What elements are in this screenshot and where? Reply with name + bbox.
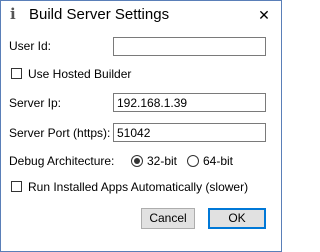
arch-64bit-label: 64-bit (203, 154, 234, 168)
dialog-title: Build Server Settings (29, 6, 170, 23)
server-ip-label: Server Ip: (9, 96, 62, 110)
radio-selected-dot (134, 158, 140, 164)
arch-32bit-label: 32-bit (147, 154, 178, 168)
run-installed-apps-checkbox[interactable] (11, 181, 22, 192)
close-button[interactable]: ✕ (253, 6, 275, 24)
cancel-button[interactable]: Cancel (141, 208, 195, 229)
user-id-label: User Id: (9, 39, 52, 53)
server-port-label: Server Port (https): (9, 126, 111, 140)
user-id-field[interactable] (113, 37, 266, 56)
debug-architecture-label: Debug Architecture: (9, 154, 115, 168)
arch-32bit-radio[interactable] (131, 155, 143, 167)
run-installed-apps-label: Run Installed Apps Automatically (slower… (28, 180, 249, 194)
info-icon: i (10, 5, 16, 23)
ok-button[interactable]: OK (208, 208, 266, 229)
title-bar[interactable]: i Build Server Settings ✕ (1, 1, 281, 29)
use-hosted-builder-label: Use Hosted Builder (28, 67, 132, 81)
build-server-settings-dialog: i Build Server Settings ✕ User Id: Use H… (0, 0, 282, 252)
server-port-field[interactable] (113, 123, 266, 142)
server-ip-field[interactable] (113, 93, 266, 112)
arch-64bit-radio[interactable] (187, 155, 199, 167)
use-hosted-builder-checkbox[interactable] (11, 68, 22, 79)
redacted-region (118, 39, 166, 54)
